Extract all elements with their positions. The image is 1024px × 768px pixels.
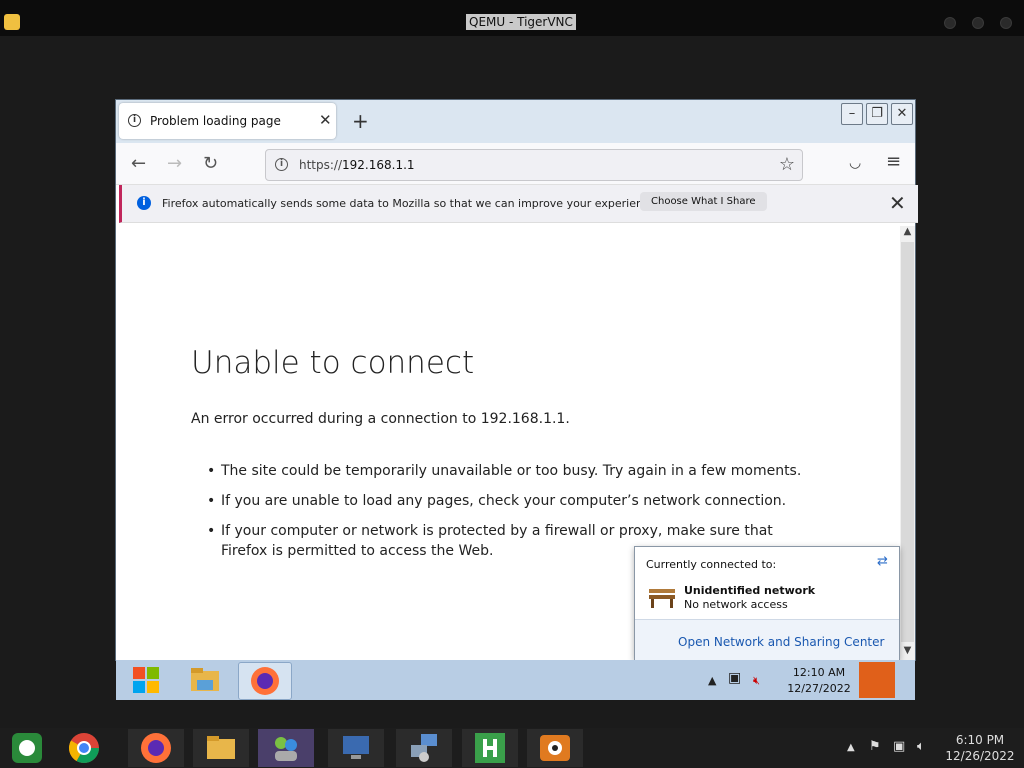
vm-time: 12:10 AM bbox=[792, 666, 846, 679]
vnc-titlebar: QEMU - TigerVNC bbox=[0, 0, 1024, 36]
scrollbar-thumb[interactable] bbox=[901, 242, 914, 642]
network-status: No network access bbox=[684, 598, 788, 611]
error-heading: Unable to connect bbox=[191, 345, 475, 381]
vnc-maximize-button[interactable] bbox=[972, 17, 984, 29]
forward-arrow-icon[interactable]: → bbox=[167, 153, 182, 174]
vm-clock[interactable]: 12:10 AM 12/27/2022 bbox=[784, 665, 854, 697]
tab-title: Problem loading page bbox=[150, 114, 281, 128]
network-tray-icon[interactable]: ▣ bbox=[893, 739, 905, 754]
firefox-icon bbox=[251, 667, 279, 695]
scroll-down-arrow-icon[interactable]: ▼ bbox=[901, 645, 914, 659]
notification-close-icon[interactable]: ✕ bbox=[889, 191, 906, 215]
pocket-icon[interactable]: ◡ bbox=[849, 155, 861, 171]
window-minimize-button[interactable]: – bbox=[841, 103, 863, 125]
list-item: The site could be temporarily unavailabl… bbox=[207, 461, 807, 481]
vnc-close-button[interactable] bbox=[1000, 17, 1012, 29]
list-item: If you are unable to load any pages, che… bbox=[207, 491, 807, 511]
messenger-icon[interactable] bbox=[269, 731, 303, 765]
start-orb-icon[interactable] bbox=[10, 731, 44, 765]
remote-desktop-icon[interactable] bbox=[339, 731, 373, 765]
info-circle-icon: i bbox=[137, 196, 151, 210]
tab-close-icon[interactable]: ✕ bbox=[319, 111, 332, 129]
tab-problem-loading[interactable]: i Problem loading page ✕ bbox=[119, 103, 336, 139]
info-icon: i bbox=[128, 114, 141, 127]
hamburger-menu-icon[interactable]: ≡ bbox=[886, 151, 901, 172]
site-info-icon[interactable]: i bbox=[275, 158, 288, 171]
vnc-minimize-button[interactable] bbox=[944, 17, 956, 29]
window-close-button[interactable]: ✕ bbox=[891, 103, 913, 125]
vm-taskbar: ▲ ▣ 🔇︎ 12:10 AM 12/27/2022 bbox=[116, 660, 915, 700]
folder-icon[interactable] bbox=[204, 731, 238, 765]
tigervnc-icon[interactable] bbox=[538, 731, 572, 765]
url-scheme: https:// bbox=[299, 158, 343, 172]
choose-what-i-share-button[interactable]: Choose What I Share bbox=[640, 192, 767, 211]
new-tab-button[interactable]: + bbox=[352, 109, 369, 133]
network-bench-icon bbox=[649, 589, 675, 608]
host-taskbar: ▲ ⚑ ▣ 🔈︎ 6:10 PM 12/26/2022 bbox=[0, 728, 1024, 768]
chrome-icon[interactable] bbox=[67, 731, 101, 765]
host-time: 6:10 PM bbox=[955, 733, 1005, 747]
firefox-icon[interactable] bbox=[139, 731, 173, 765]
notification-message: Firefox automatically sends some data to… bbox=[162, 197, 660, 210]
url-bar[interactable]: i https://192.168.1.1 ☆ bbox=[265, 149, 803, 181]
show-hidden-icons-arrow[interactable]: ▲ bbox=[847, 742, 855, 753]
host-date: 12/26/2022 bbox=[945, 749, 1015, 763]
show-hidden-icons-arrow[interactable]: ▲ bbox=[708, 674, 716, 687]
windows-start-icon bbox=[133, 667, 159, 693]
windows-start-button[interactable] bbox=[121, 662, 173, 698]
show-desktop-thumbnail[interactable] bbox=[859, 662, 895, 698]
firefox-taskbar-button[interactable] bbox=[238, 662, 292, 700]
refresh-icon[interactable]: ⇄ bbox=[877, 554, 888, 569]
network-name: Unidentified network bbox=[684, 584, 816, 597]
vnc-window-title: QEMU - TigerVNC bbox=[466, 14, 576, 30]
flag-icon[interactable]: ⚑ bbox=[869, 739, 881, 754]
window-restore-button[interactable]: ❐ bbox=[866, 103, 888, 125]
volume-muted-icon[interactable]: 🔇︎ bbox=[753, 674, 760, 688]
vnc-app-icon bbox=[4, 14, 20, 30]
file-explorer-icon bbox=[191, 668, 219, 691]
url-text[interactable]: https://192.168.1.1 bbox=[299, 158, 415, 172]
host-clock[interactable]: 6:10 PM 12/26/2022 bbox=[940, 732, 1020, 764]
scroll-up-arrow-icon[interactable]: ▲ bbox=[901, 226, 914, 240]
network-tray-icon[interactable]: ▣ bbox=[728, 670, 741, 686]
navigation-toolbar: ← → ↻ i https://192.168.1.1 ☆ ◡ ≡ bbox=[116, 143, 915, 185]
vertical-scrollbar[interactable]: ▲ ▼ bbox=[900, 226, 915, 660]
telemetry-notification-bar: i Firefox automatically sends some data … bbox=[119, 185, 918, 223]
url-host: 192.168.1.1 bbox=[342, 158, 415, 172]
back-arrow-icon[interactable]: ← bbox=[131, 153, 146, 174]
open-network-center-link[interactable]: Open Network and Sharing Center bbox=[678, 635, 884, 649]
popup-header: Currently connected to: bbox=[646, 558, 777, 571]
file-explorer-button[interactable] bbox=[179, 662, 231, 698]
reload-icon[interactable]: ↻ bbox=[203, 153, 218, 174]
tab-strip: i Problem loading page ✕ + – ❐ ✕ bbox=[116, 100, 915, 143]
network-connections-icon[interactable] bbox=[407, 731, 441, 765]
volume-icon[interactable]: 🔈︎ bbox=[917, 739, 925, 754]
bookmark-star-icon[interactable]: ☆ bbox=[779, 154, 795, 175]
hex-editor-icon[interactable] bbox=[473, 731, 507, 765]
network-status-popup: Currently connected to: ⇄ Unidentified n… bbox=[634, 546, 900, 660]
error-description: An error occurred during a connection to… bbox=[191, 411, 570, 427]
vm-date: 12/27/2022 bbox=[787, 682, 851, 695]
